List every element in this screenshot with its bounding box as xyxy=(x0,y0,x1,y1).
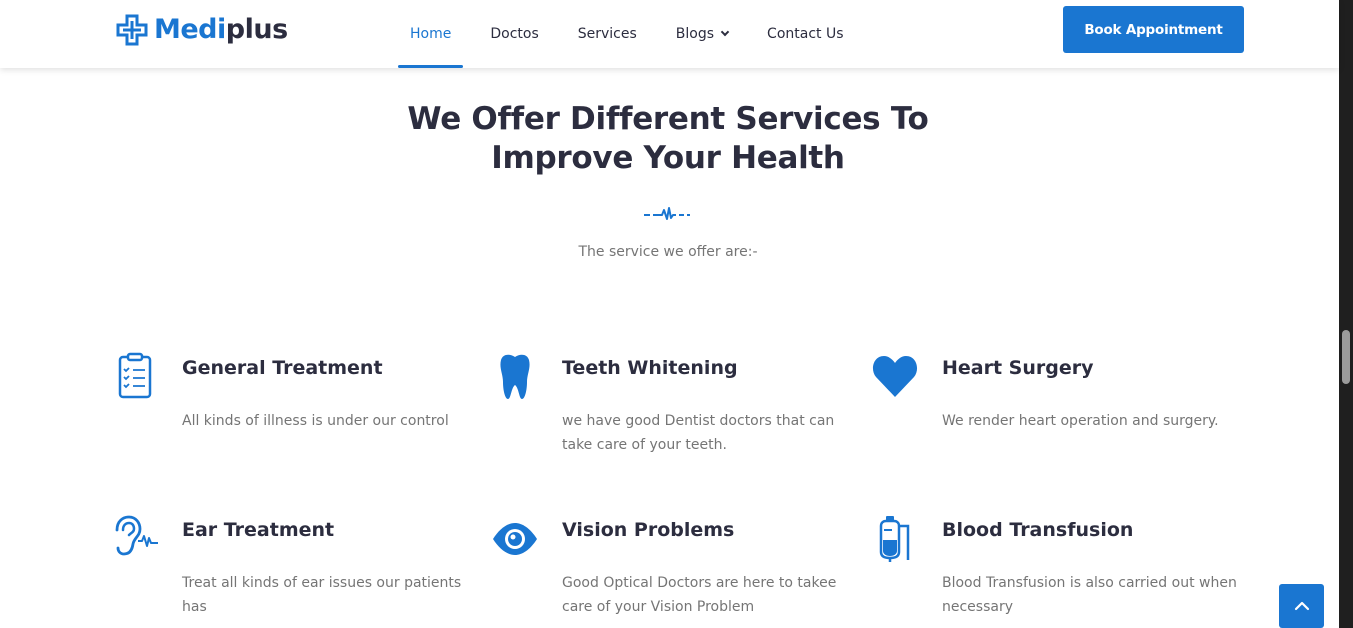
section-title-line1: We Offer Different Services To xyxy=(407,101,929,137)
blood-bag-icon xyxy=(879,516,910,562)
nav-home[interactable]: Home xyxy=(398,0,464,68)
nav-blogs-label: Blogs xyxy=(675,26,715,42)
nav-doctors[interactable]: Doctos xyxy=(478,0,550,68)
nav-contact-label: Contact Us xyxy=(767,26,844,42)
service-description: All kinds of illness is under our contro… xyxy=(182,413,449,429)
chevron-up-icon xyxy=(1294,601,1309,611)
nav-services[interactable]: Services xyxy=(566,0,649,68)
service-title: Vision Problems xyxy=(562,519,735,541)
service-description: Good Optical Doctors are here to takee c… xyxy=(562,575,837,615)
chevron-down-icon xyxy=(720,27,730,37)
heart-icon xyxy=(872,356,918,397)
service-title: General Treatment xyxy=(182,357,383,379)
tooth-icon xyxy=(500,354,530,399)
page-scrollbar[interactable] xyxy=(1339,0,1353,628)
nav-contact[interactable]: Contact Us xyxy=(755,0,855,68)
service-description: We render heart operation and surgery. xyxy=(942,413,1219,429)
section-subtitle: The service we offer are:- xyxy=(578,244,758,260)
brand-name-part1: Medi xyxy=(154,14,226,45)
nav-home-label: Home xyxy=(410,26,452,42)
heartbeat-pulse-icon xyxy=(644,207,690,220)
service-description: Treat all kinds of ear issues our patien… xyxy=(182,575,462,615)
brand-name-part2: plus xyxy=(225,14,288,45)
nav-doctors-label: Doctos xyxy=(490,26,539,42)
main-nav: Home Doctos Services Blogs Contact Us xyxy=(398,0,856,68)
eye-icon xyxy=(493,523,537,555)
scrollbar-thumb[interactable] xyxy=(1342,330,1350,384)
ear-icon xyxy=(115,515,158,556)
site-header: Mediplus Home Doctos Services Blogs Cont… xyxy=(0,0,1339,68)
nav-blogs[interactable]: Blogs xyxy=(664,0,740,68)
service-description: Blood Transfusion is also carried out wh… xyxy=(942,575,1237,615)
logo[interactable]: Mediplus xyxy=(116,12,288,48)
service-title: Teeth Whitening xyxy=(562,357,738,379)
nav-services-label: Services xyxy=(577,26,637,42)
service-description: we have good Dentist doctors that can ta… xyxy=(562,413,835,453)
clipboard-checklist-icon xyxy=(118,352,152,399)
brand-name: Mediplus xyxy=(154,12,288,48)
section-title-line2: Improve Your Health xyxy=(491,140,845,176)
section-title: We Offer Different Services To Improve Y… xyxy=(340,100,996,178)
service-title: Blood Transfusion xyxy=(942,519,1134,541)
service-title: Ear Treatment xyxy=(182,519,335,541)
scroll-to-top-button[interactable] xyxy=(1279,584,1324,628)
medical-cross-icon xyxy=(116,14,148,46)
book-appointment-button[interactable]: Book Appointment xyxy=(1063,6,1244,53)
service-title: Heart Surgery xyxy=(942,357,1094,379)
